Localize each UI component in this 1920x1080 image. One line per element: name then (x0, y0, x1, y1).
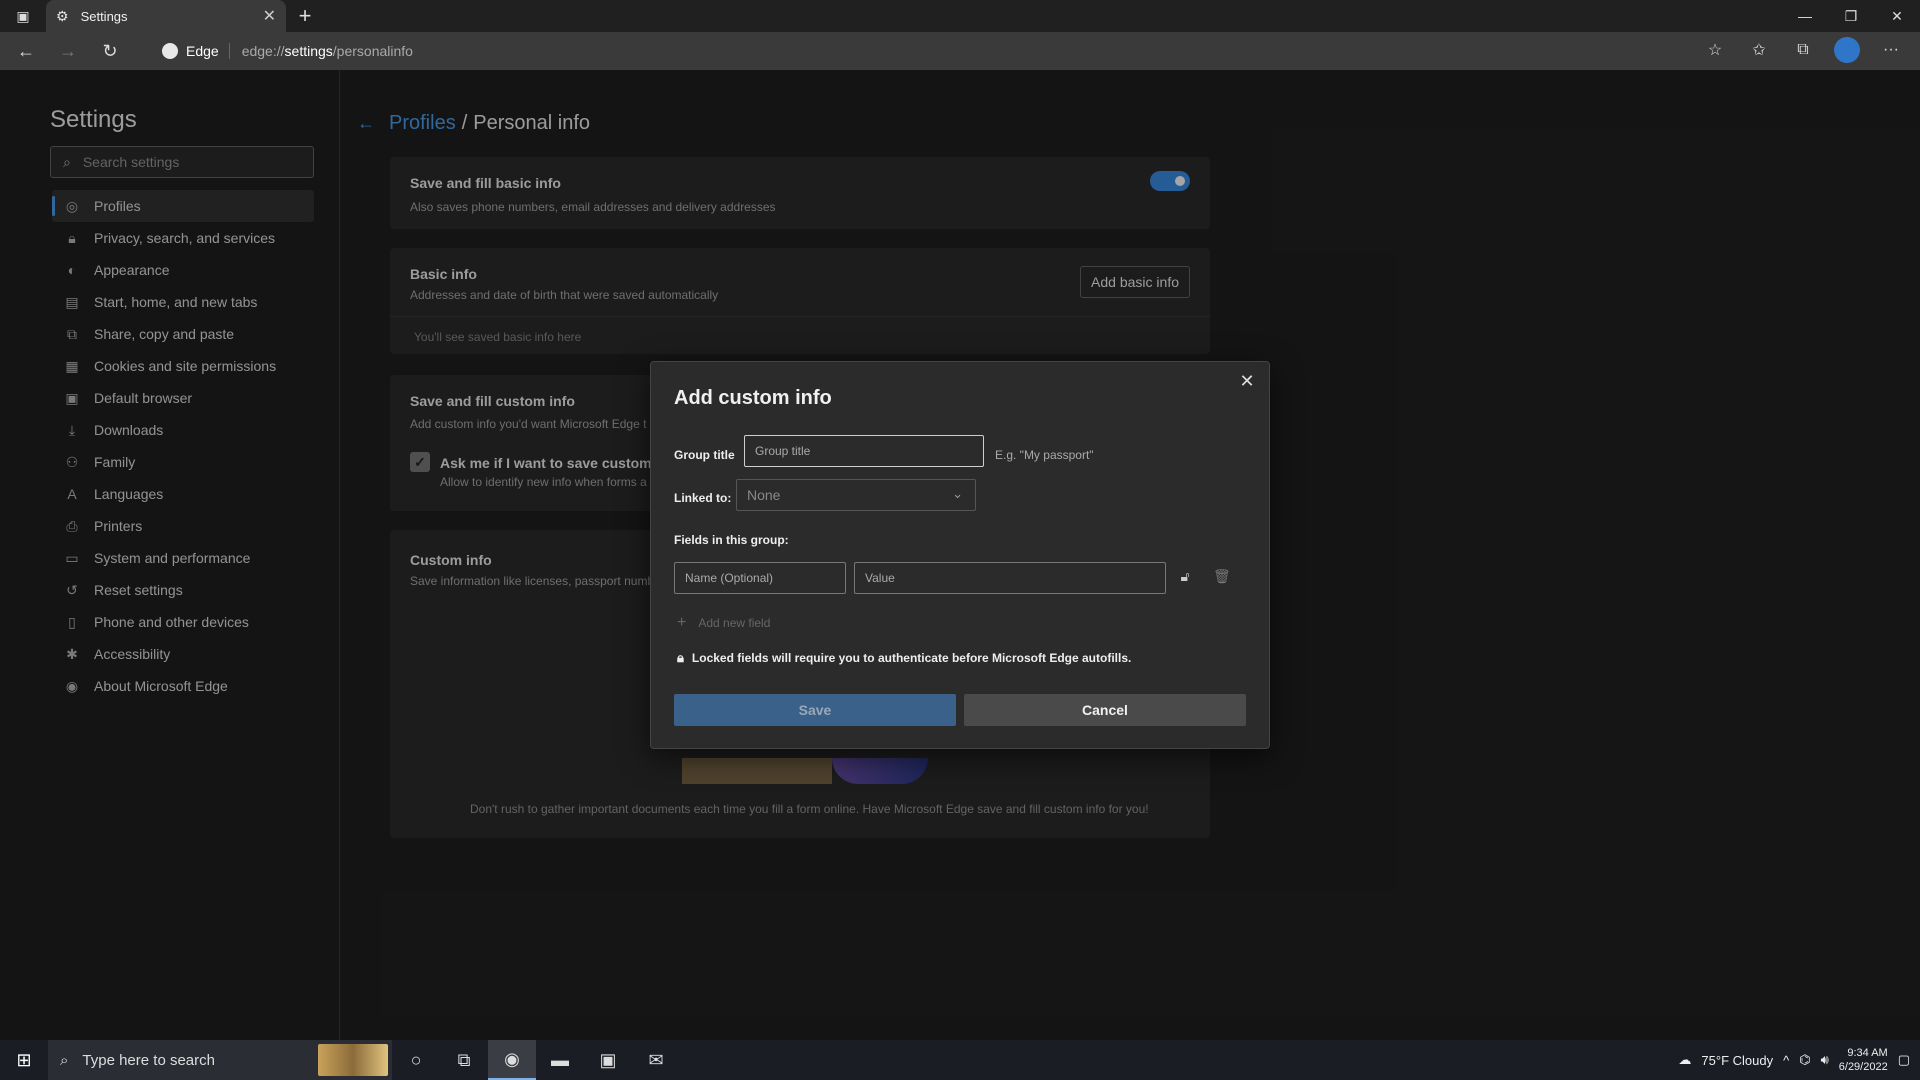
add-new-field-button[interactable]: + Add new field (677, 614, 770, 632)
store-icon[interactable]: ▣ (584, 1040, 632, 1080)
tab-actions-icon[interactable]: ▣ (12, 6, 34, 26)
group-title-label: Group title (674, 448, 735, 462)
notifications-icon[interactable]: ▢ (1898, 1052, 1910, 1068)
collections-icon[interactable]: ⧉ (1788, 35, 1818, 65)
system-tray: ☁ 75°F Cloudy ^ ⌬ 🔊︎ 9:34 AM 6/29/2022 ▢ (1678, 1040, 1910, 1080)
url-host: settings (284, 43, 333, 59)
cancel-button[interactable]: Cancel (964, 694, 1246, 726)
volume-icon[interactable]: 🔊︎ (1821, 1052, 1829, 1068)
edge-chip-label: Edge (186, 43, 219, 59)
taskbar-search-box[interactable]: ⌕ Type here to search (48, 1040, 392, 1080)
restore-icon[interactable]: ❐ (1828, 0, 1874, 32)
close-icon[interactable]: ✕ (1235, 369, 1259, 393)
title-bar: ▣ ⚙ Settings ✕ + — ❐ ✕ (0, 0, 1920, 32)
clock-date: 6/29/2022 (1838, 1061, 1888, 1073)
clock[interactable]: 9:34 AM 6/29/2022 (1839, 1046, 1888, 1074)
forward-icon[interactable]: → (52, 35, 84, 67)
url-prefix: edge:// (241, 43, 285, 59)
lock-icon: 🔒︎ (677, 650, 684, 665)
minimize-icon[interactable]: — (1782, 0, 1828, 32)
cloud-icon: ☁ (1678, 1052, 1692, 1067)
edge-chip: Edge (162, 43, 230, 59)
edge-logo-icon (162, 43, 178, 59)
profile-avatar[interactable] (1832, 35, 1862, 65)
browser-toolbar: ← → ↻ Edge edge://settings/personalinfo … (0, 32, 1920, 70)
tab-title: Settings (80, 8, 128, 24)
edge-taskbar-icon[interactable]: ◉ (488, 1040, 536, 1080)
field-value-input[interactable] (854, 562, 1166, 594)
tab-close-icon[interactable]: ✕ (263, 6, 276, 26)
group-title-hint: E.g. "My passport" (995, 448, 1094, 462)
weather-text[interactable]: 75°F Cloudy (1701, 1053, 1773, 1068)
gear-icon: ⚙ (56, 7, 69, 24)
file-explorer-icon[interactable]: ▬ (536, 1040, 584, 1080)
search-highlight-image (318, 1044, 388, 1076)
unlock-icon[interactable]: 🔓︎ (1177, 568, 1193, 586)
dialog-title: Add custom info (674, 387, 832, 409)
url-path: /personalinfo (332, 43, 413, 59)
locked-note-text: Locked fields will require you to authen… (691, 651, 1132, 665)
add-custom-info-dialog: Add custom info ✕ Group title E.g. "My p… (650, 361, 1270, 749)
linked-to-label: Linked to: (674, 491, 732, 505)
taskbar-search-placeholder: Type here to search (82, 1051, 215, 1069)
search-icon: ⌕ (60, 1051, 69, 1069)
chevron-down-icon: ⌄ (952, 486, 963, 501)
trash-icon[interactable]: 🗑︎ (1213, 568, 1231, 586)
linked-to-value: None (747, 487, 781, 503)
network-icon[interactable]: ⌬ (1799, 1052, 1810, 1068)
fields-label: Fields in this group: (674, 533, 789, 547)
cortana-icon[interactable]: ○ (392, 1040, 440, 1080)
windows-start-icon[interactable]: ⊞ (0, 1040, 48, 1080)
mail-icon[interactable]: ✉ (632, 1040, 680, 1080)
close-window-icon[interactable]: ✕ (1874, 0, 1920, 32)
clock-time: 9:34 AM (1847, 1047, 1888, 1059)
new-tab-icon[interactable]: + (292, 3, 318, 28)
plus-icon: + (677, 614, 687, 631)
tray-chevron-icon[interactable]: ^ (1783, 1053, 1789, 1068)
back-icon[interactable]: ← (10, 35, 42, 67)
add-new-field-label: Add new field (698, 616, 771, 630)
field-name-input[interactable] (674, 562, 846, 594)
linked-to-select[interactable]: None ⌄ (736, 479, 976, 511)
refresh-icon[interactable]: ↻ (94, 35, 126, 67)
save-button[interactable]: Save (674, 694, 956, 726)
url-text[interactable]: edge://settings/personalinfo (242, 43, 413, 59)
windows-taskbar: ⊞ ⌕ Type here to search ○ ⧉ ◉ ▬ ▣ ✉ ☁ 75… (0, 1040, 1920, 1080)
locked-fields-note: 🔒︎ Locked fields will require you to aut… (677, 650, 1131, 666)
more-icon[interactable]: ··· (1876, 35, 1906, 65)
favorites-icon[interactable]: ✩ (1744, 35, 1774, 65)
task-view-icon[interactable]: ⧉ (440, 1040, 488, 1080)
group-title-input[interactable] (744, 435, 984, 467)
add-favorite-icon[interactable]: ☆ (1700, 35, 1730, 65)
address-bar[interactable]: Edge edge://settings/personalinfo (150, 35, 1722, 67)
browser-tab-settings[interactable]: ⚙ Settings ✕ (46, 0, 286, 32)
